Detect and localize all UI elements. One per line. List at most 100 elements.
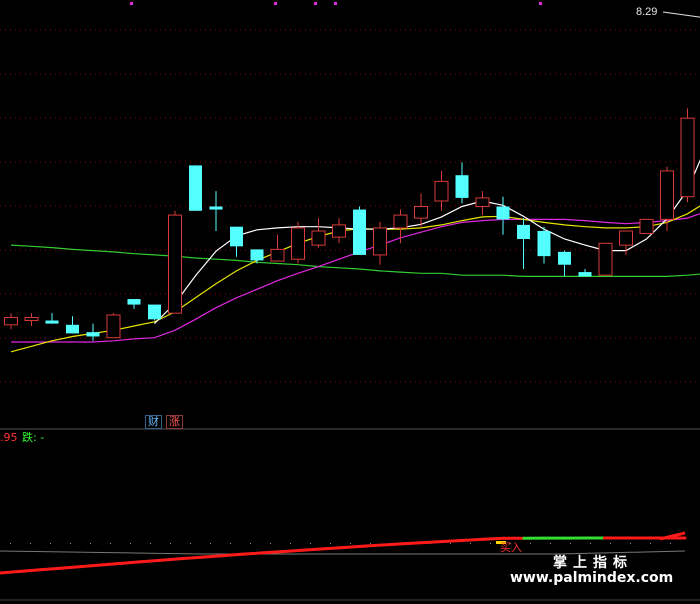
candle-up: [660, 170, 674, 220]
indicator-dot: [530, 543, 531, 544]
indicator-segment: [139, 558, 163, 564]
indicator-dot: [90, 543, 91, 544]
indicator-dot: [470, 543, 471, 544]
indicator-dot: [230, 543, 231, 544]
candle-down: [45, 320, 59, 324]
indicator-dot: [650, 543, 651, 544]
candle-down: [127, 299, 141, 305]
candle-up: [24, 316, 39, 322]
chart-stage: 8.29 财 涨 .95 跌: - 买入 掌上指标 www.palmindex.…: [0, 0, 700, 604]
indicator-dot: [150, 543, 151, 544]
candle-up: [291, 227, 305, 260]
indicator-ref-line: [0, 550, 686, 555]
indicator-dot: [130, 543, 131, 544]
candle-up: [106, 314, 121, 339]
candle-down: [250, 249, 264, 261]
indicator-dot: [210, 543, 211, 544]
candle-down: [558, 251, 571, 265]
candle-up: [598, 242, 613, 276]
indicator-dot: [250, 543, 251, 544]
indicator-dot: [670, 543, 671, 544]
indicator-segment: [381, 542, 405, 547]
indicator-dot: [610, 543, 611, 544]
indicator-dot: [550, 543, 551, 544]
price-arrow: [662, 11, 700, 18]
candle-down: [537, 231, 551, 257]
indicator-segment: [401, 541, 425, 546]
candle-up: [168, 214, 182, 314]
indicator-dot: [630, 543, 631, 544]
indicator-segment: [240, 551, 264, 556]
indicator-dot: [350, 543, 351, 544]
candle-down: [209, 206, 223, 210]
indicator-dot: [570, 543, 571, 544]
indicator-value: .95: [0, 431, 18, 444]
indicator-segment: [58, 565, 83, 570]
indicator-dot: [10, 543, 11, 544]
indicator-down-label: 跌: -: [22, 431, 45, 444]
last-price-label: 8.29: [636, 6, 658, 18]
candle-down: [86, 332, 100, 337]
candle-up: [332, 224, 346, 238]
candle-down: [148, 304, 161, 320]
candle-up: [4, 316, 18, 326]
candle-up: [434, 180, 449, 202]
watermark-url: www.palmindex.com: [510, 570, 674, 586]
buy-signal-label: 买入: [500, 541, 522, 554]
indicator-dot: [70, 543, 71, 544]
indicator-dot: [270, 543, 271, 544]
candle-down: [189, 165, 202, 211]
indicator-segment: [320, 546, 344, 551]
indicator-dot: [310, 543, 311, 544]
finance-badge[interactable]: 财: [145, 415, 162, 429]
candle-up: [373, 227, 387, 256]
indicator-dot: [190, 543, 191, 544]
indicator-segment: [421, 540, 445, 545]
indicator-dot: [170, 543, 171, 544]
indicator-segment: [341, 544, 365, 550]
indicator-segment: [441, 538, 465, 543]
candle-up: [270, 248, 285, 262]
candle-up: [639, 218, 654, 234]
indicator-segment: [260, 550, 284, 555]
indicator-segment: [38, 566, 62, 572]
candle-down: [66, 324, 79, 334]
indicator-segment: [220, 552, 244, 558]
candle-down: [578, 272, 592, 277]
candlestick-chart: [0, 2, 700, 601]
indicator-segment: [18, 568, 42, 573]
candle-up: [475, 197, 490, 207]
indicator-dot: [450, 543, 451, 544]
indicator-dot: [330, 543, 331, 544]
candle-down: [455, 175, 469, 198]
event-marker: [274, 2, 277, 5]
candle-up: [393, 214, 408, 229]
watermark-title: 掌上指标: [553, 555, 633, 571]
event-marker: [334, 2, 337, 5]
candle-down: [517, 224, 530, 239]
indicator-dot: [590, 543, 591, 544]
indicator-segment: [482, 536, 506, 541]
indicator-dot: [290, 543, 291, 544]
indicator-dot: [50, 543, 51, 544]
indicator-segment: [119, 560, 143, 565]
candle-up: [680, 117, 695, 198]
indicator-dot: [370, 543, 371, 544]
candle-down: [353, 209, 366, 255]
candle-down: [230, 226, 243, 247]
limit-up-badge[interactable]: 涨: [166, 415, 183, 429]
indicator-segment: [300, 547, 324, 552]
candle-up: [619, 230, 633, 246]
indicator-segment: [159, 557, 183, 562]
candle-down: [496, 206, 510, 220]
indicator-dot: [30, 543, 31, 544]
indicator-segment: [79, 563, 103, 569]
indicator-dot: [110, 543, 111, 544]
event-marker: [130, 2, 133, 5]
candle-up: [311, 230, 326, 246]
indicator-segment: [99, 561, 123, 567]
event-marker: [314, 2, 317, 5]
indicator-segment: [361, 543, 385, 548]
indicator-segment: [0, 569, 22, 575]
event-marker: [539, 2, 542, 5]
